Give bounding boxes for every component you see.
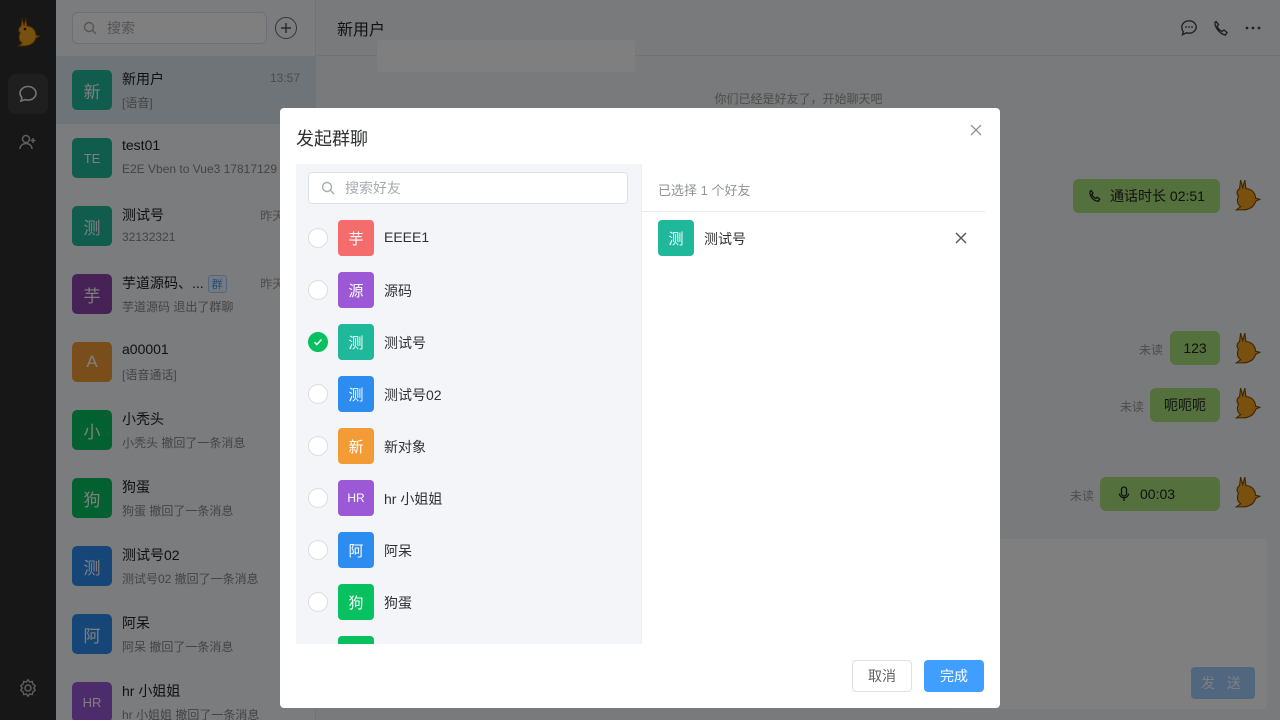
selected-friend: 测 测试号 xyxy=(642,220,985,256)
avatar: 阿 xyxy=(338,532,374,568)
friend-item[interactable]: HR hr 小姐姐 xyxy=(296,472,641,524)
friend-item[interactable] xyxy=(296,628,641,644)
friend-name: 新对象 xyxy=(384,439,426,455)
friend-name: 狗蛋 xyxy=(384,595,412,611)
friend-name: 测试号 xyxy=(384,335,426,351)
friend-item[interactable]: 狗狗蛋 xyxy=(296,576,641,628)
avatar: 芋 xyxy=(338,220,374,256)
friend-item[interactable]: 测测试号02 xyxy=(296,368,641,420)
friend-search-input[interactable]: 搜索好友 xyxy=(308,172,628,204)
create-group-dialog: 发起群聊 搜索好友 芋 EEEE1 源源码测测试号测测试号02 新新对象 HR hr 小姐… xyxy=(280,108,1000,708)
select-radio[interactable] xyxy=(308,280,328,300)
close-icon[interactable] xyxy=(970,124,982,136)
friend-item[interactable]: 新新对象 xyxy=(296,420,641,472)
select-radio[interactable] xyxy=(308,488,328,508)
select-radio[interactable] xyxy=(308,540,328,560)
select-radio[interactable] xyxy=(308,228,328,248)
divider xyxy=(642,211,985,212)
friend-picker: 搜索好友 芋 EEEE1 源源码测测试号测测试号02 新新对象 HR hr 小姐姐阿阿呆狗… xyxy=(296,164,641,644)
avatar: 测 xyxy=(338,376,374,412)
friend-name: 阿呆 xyxy=(384,543,412,559)
friend-name: 源码 xyxy=(384,283,412,299)
close-icon[interactable] xyxy=(955,232,967,244)
avatar: 新 xyxy=(338,428,374,464)
avatar: 测 xyxy=(338,324,374,360)
selected-count: 已选择 1 个好友 xyxy=(658,183,751,198)
friend-name: hr 小姐姐 xyxy=(384,491,443,507)
select-radio[interactable] xyxy=(308,332,328,352)
friend-item[interactable]: 源源码 xyxy=(296,264,641,316)
select-radio[interactable] xyxy=(308,436,328,456)
search-icon xyxy=(321,181,335,195)
friend-name: 测试号02 xyxy=(384,387,442,403)
friend-item[interactable]: 测测试号 xyxy=(296,316,641,368)
friend-name: 测试号 xyxy=(704,231,746,247)
dialog-title: 发起群聊 xyxy=(296,129,368,149)
friend-item[interactable]: 阿阿呆 xyxy=(296,524,641,576)
confirm-button[interactable]: 完成 xyxy=(924,660,984,692)
avatar xyxy=(338,636,374,644)
avatar: 源 xyxy=(338,272,374,308)
friend-name: EEEE1 xyxy=(384,229,430,245)
search-placeholder: 搜索好友 xyxy=(345,180,401,196)
selected-friends-panel: 已选择 1 个好友 测 测试号 xyxy=(641,164,985,644)
select-radio[interactable] xyxy=(308,384,328,404)
check-icon xyxy=(313,338,323,346)
select-radio[interactable] xyxy=(308,592,328,612)
avatar: HR xyxy=(338,480,374,516)
avatar: 狗 xyxy=(338,584,374,620)
avatar: 测 xyxy=(658,220,694,256)
cancel-button[interactable]: 取消 xyxy=(852,660,912,692)
friend-item[interactable]: 芋 EEEE1 xyxy=(296,212,641,264)
